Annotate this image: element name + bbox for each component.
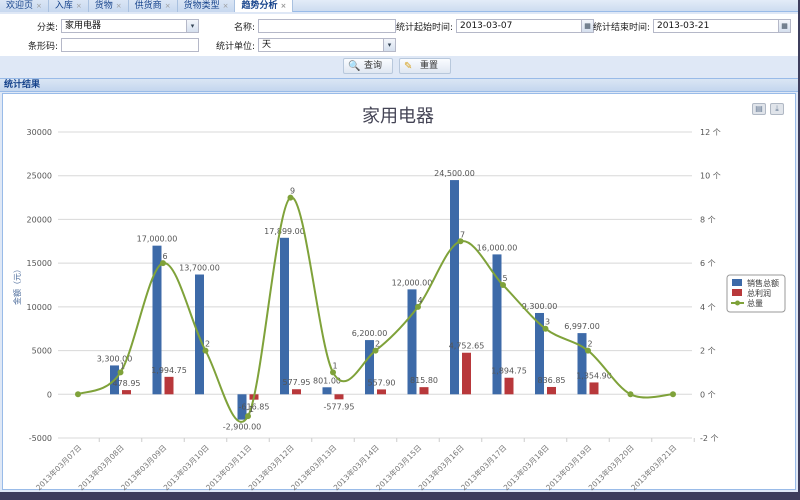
data-label: 17,000.00: [137, 235, 178, 244]
y2-tick-label: 4 个: [700, 303, 716, 312]
profit-bar: [334, 394, 344, 400]
y-tick-label: 25000: [27, 172, 52, 181]
x-tick-label: 2013年03月14日: [331, 442, 381, 492]
y2-tick-label: 6 个: [700, 259, 716, 268]
x-tick-label: 2013年03月10日: [161, 442, 211, 492]
sales-bar: [577, 333, 587, 395]
sales-bar: [195, 274, 204, 395]
quantity-label: 1: [332, 361, 337, 370]
y-tick-label: -5000: [29, 434, 52, 443]
data-label: 16,000.00: [477, 243, 518, 252]
profit-bar: [377, 389, 386, 395]
quantity-label: 3: [545, 318, 550, 327]
legend-label: 总利润: [747, 288, 771, 298]
x-tick-label: 2013年03月07日: [33, 442, 83, 492]
chart: 家用电器 -5000 0 5000 10000 15000 20000 25000 30000 -…: [12, 106, 786, 492]
y2-tick-label: 0 个: [700, 390, 716, 399]
y2-tick-label: 8 个: [700, 215, 716, 224]
data-label: 6,997.00: [564, 322, 600, 331]
profit-bar: [419, 387, 429, 395]
quantity-label: 5: [502, 274, 507, 283]
profit-bar: [122, 390, 131, 395]
data-label: -577.95: [324, 402, 355, 411]
quantity-label: 7: [460, 230, 465, 239]
legend-swatch: [732, 289, 742, 296]
y-tick-label: 5000: [32, 347, 52, 356]
data-label: 24,500.00: [434, 169, 475, 178]
profit-bar: [547, 386, 556, 395]
legend-swatch: [732, 279, 742, 286]
data-label: 836.85: [538, 376, 566, 385]
data-label: 478.95: [113, 379, 141, 388]
y-tick-label: 30000: [27, 128, 52, 137]
y-tick-label: 0: [47, 390, 52, 399]
profit-bar: [292, 389, 301, 395]
data-label: 6,200.00: [352, 329, 388, 338]
x-tick-label: 2013年03月11日: [203, 442, 253, 492]
data-label: 12,000.00: [392, 278, 433, 287]
quantity-label: 6: [162, 252, 167, 261]
data-label: 9,300.00: [522, 302, 558, 311]
data-label: 4,752.65: [449, 342, 485, 351]
quantity-point: [627, 391, 634, 398]
data-label: 13,700.00: [179, 264, 220, 273]
sales-bar: [280, 237, 289, 395]
quantity-label: 2: [205, 340, 210, 349]
quantity-point: [75, 391, 81, 398]
x-tick-label: 2013年03月20日: [586, 442, 636, 492]
data-label: -616.85: [239, 403, 270, 412]
profit-bar: [504, 377, 514, 395]
data-label: 1,354.90: [576, 371, 612, 380]
x-tick-label: 2013年03月21日: [628, 442, 678, 492]
y-axis-title: 金额（元）: [12, 265, 22, 305]
profit-bar: [589, 382, 599, 395]
legend-label: 销售总额: [747, 278, 779, 288]
quantity-label: 1: [120, 361, 125, 370]
y-tick-label: 10000: [27, 303, 52, 312]
y-tick-label: 15000: [27, 259, 52, 268]
x-tick-label: 2013年03月13日: [288, 442, 338, 492]
quantity-label: -1: [246, 405, 254, 414]
x-tick-label: 2013年03月18日: [501, 442, 551, 492]
sales-bar: [322, 387, 332, 395]
x-tick-label: 2013年03月15日: [373, 442, 423, 492]
x-tick-label: 2013年03月12日: [246, 442, 296, 492]
app-window: 欢迎页 × 入库 × 货物 × 供货商 × 货物类型 × 趋势分析 × 分类: 家用电器 ▾ …: [0, 0, 798, 492]
data-label: -2,900.00: [223, 423, 262, 432]
data-label: 577.95: [283, 378, 311, 387]
profit-bar: [462, 352, 471, 395]
quantity-label: 2: [375, 340, 380, 349]
data-label: 1,994.75: [151, 366, 187, 375]
x-tick-label: 2013年03月16日: [416, 442, 466, 492]
profit-bar: [164, 376, 174, 395]
sales-bar: [450, 180, 459, 395]
y2-tick-label: 10 个: [700, 172, 721, 181]
quantity-point: [670, 391, 676, 398]
legend-marker: [735, 300, 740, 306]
x-tick-label: 2013年03月08日: [76, 442, 126, 492]
x-tick-label: 2013年03月17日: [458, 442, 508, 492]
quantity-label: 4: [417, 296, 422, 305]
data-label: 1,894.75: [491, 367, 527, 376]
x-tick-label: 2013年03月19日: [543, 442, 593, 492]
x-tick-label: 2013年03月09日: [118, 442, 168, 492]
quantity-label: 9: [290, 187, 295, 196]
y2-tick-label: 12 个: [700, 128, 721, 137]
data-label: 815.80: [410, 376, 438, 385]
data-label: 557.90: [368, 378, 396, 387]
data-label: 17,899.00: [264, 227, 305, 236]
chart-title: 家用电器: [362, 106, 434, 127]
y2-tick-label: 2 个: [700, 347, 716, 356]
legend-label: 总量: [747, 298, 763, 308]
quantity-label: 2: [587, 340, 592, 349]
y2-tick-label: -2 个: [700, 434, 719, 443]
y-tick-label: 20000: [27, 215, 52, 224]
